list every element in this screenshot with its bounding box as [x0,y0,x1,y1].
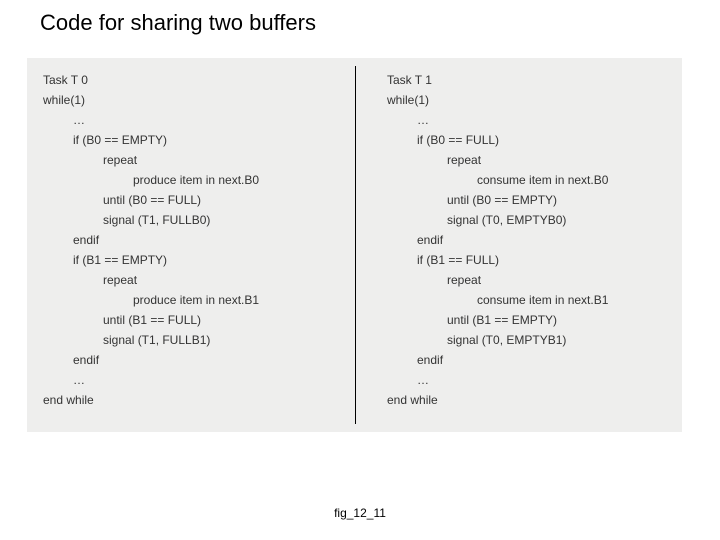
code-line: end while [43,390,343,410]
code-line: … [387,110,687,130]
code-line: end while [387,390,687,410]
code-line: while(1) [43,90,343,110]
code-line: endif [43,230,343,250]
code-line: if (B0 == EMPTY) [43,130,343,150]
code-line: … [43,370,343,390]
code-line: repeat [43,150,343,170]
code-line: until (B0 == FULL) [43,190,343,210]
code-line: produce item in next.B0 [43,170,343,190]
task-t0-column: Task T 0 while(1) … if (B0 == EMPTY) rep… [43,70,343,410]
code-line: while(1) [387,90,687,110]
code-line: endif [43,350,343,370]
code-line: until (B0 == EMPTY) [387,190,687,210]
code-line: signal (T1, FULLB0) [43,210,343,230]
code-line: Task T 1 [387,70,687,90]
slide: Code for sharing two buffers Task T 0 wh… [0,0,720,540]
code-line: endif [387,350,687,370]
figure-caption: fig_12_11 [0,506,720,520]
code-line: if (B1 == FULL) [387,250,687,270]
code-panel: Task T 0 while(1) … if (B0 == EMPTY) rep… [27,58,682,432]
code-line: consume item in next.B1 [387,290,687,310]
code-line: repeat [387,270,687,290]
code-line: … [43,110,343,130]
vertical-separator [355,66,356,424]
code-line: repeat [43,270,343,290]
code-line: signal (T0, EMPTYB1) [387,330,687,350]
code-line: … [387,370,687,390]
code-line: until (B1 == EMPTY) [387,310,687,330]
code-line: endif [387,230,687,250]
task-t1-column: Task T 1 while(1) … if (B0 == FULL) repe… [387,70,687,410]
code-line: until (B1 == FULL) [43,310,343,330]
code-line: if (B0 == FULL) [387,130,687,150]
code-line: produce item in next.B1 [43,290,343,310]
code-line: repeat [387,150,687,170]
code-line: if (B1 == EMPTY) [43,250,343,270]
slide-title: Code for sharing two buffers [40,10,316,36]
code-line: consume item in next.B0 [387,170,687,190]
code-line: signal (T1, FULLB1) [43,330,343,350]
code-line: Task T 0 [43,70,343,90]
code-line: signal (T0, EMPTYB0) [387,210,687,230]
